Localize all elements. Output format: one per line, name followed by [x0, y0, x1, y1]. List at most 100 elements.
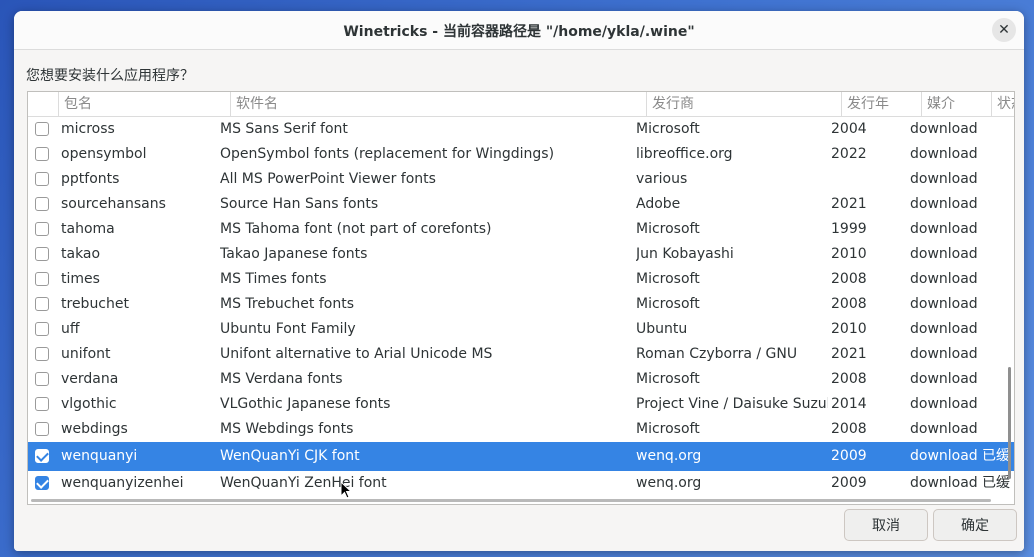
table-row[interactable]: opensymbol OpenSymbol fonts (replacement … [28, 142, 1014, 167]
package-media: download [910, 171, 978, 187]
table-row[interactable]: takao Takao Japanese fonts Jun Kobayashi 20… [28, 242, 1014, 267]
package-year: 2014 [831, 396, 867, 412]
package-year: 2008 [831, 421, 867, 437]
package-status [982, 292, 1014, 317]
column-header-media[interactable]: 媒介 [921, 92, 991, 116]
package-year: 2010 [831, 321, 867, 337]
package-media: download [910, 421, 978, 437]
package-name: vlgothic [61, 396, 117, 412]
ok-button[interactable]: 确定 [933, 509, 1017, 541]
table-row[interactable]: uff Ubuntu Font Family Ubuntu 2010 download [28, 317, 1014, 342]
package-status [982, 192, 1014, 217]
package-publisher: Microsoft [636, 296, 700, 312]
row-checkbox[interactable] [35, 422, 49, 436]
close-icon: ✕ [998, 22, 1010, 38]
row-checkbox[interactable] [35, 476, 49, 490]
column-header-title[interactable]: 软件名 [230, 92, 646, 116]
column-header-check[interactable] [28, 92, 58, 116]
table-row[interactable]: pptfonts All MS PowerPoint Viewer fonts va… [28, 167, 1014, 192]
row-checkbox[interactable] [35, 222, 49, 236]
package-year: 2022 [831, 146, 867, 162]
table-row[interactable]: micross MS Sans Serif font Microsoft 2004 do… [28, 117, 1014, 142]
package-publisher: wenq.org [636, 448, 702, 464]
package-title: MS Webdings fonts [220, 421, 354, 437]
table-row[interactable]: verdana MS Verdana fonts Microsoft 2008 down… [28, 367, 1014, 392]
vertical-scrollbar[interactable] [1008, 367, 1011, 479]
horizontal-scrollbar[interactable] [31, 499, 991, 502]
row-checkbox[interactable] [35, 197, 49, 211]
package-year: 2021 [831, 196, 867, 212]
package-publisher: Microsoft [636, 421, 700, 437]
package-title: Source Han Sans fonts [220, 196, 379, 212]
row-checkbox[interactable] [35, 147, 49, 161]
package-media: download [910, 475, 978, 491]
package-title: MS Verdana fonts [220, 371, 343, 387]
title-bar[interactable]: Winetricks - 当前容器路径是 "/home/ykla/.wine" … [14, 11, 1024, 50]
window-title: Winetricks - 当前容器路径是 "/home/ykla/.wine" [343, 24, 695, 40]
row-checkbox[interactable] [35, 247, 49, 261]
table-row[interactable]: trebuchet MS Trebuchet fonts Microsoft 2008… [28, 292, 1014, 317]
package-title: MS Sans Serif font [220, 121, 348, 137]
row-checkbox[interactable] [35, 122, 49, 136]
package-status [982, 217, 1014, 242]
table-row[interactable]: times MS Times fonts Microsoft 2008 download [28, 267, 1014, 292]
column-header-publisher[interactable]: 发行商 [646, 92, 841, 116]
package-media: download [910, 246, 978, 262]
table-row[interactable]: wenquanyi WenQuanYi CJK font wenq.org 2009 d… [28, 442, 1014, 471]
package-status [982, 142, 1014, 167]
table-row[interactable]: wenquanyizenhei WenQuanYi ZenHei font wenq… [28, 471, 1014, 496]
package-title: VLGothic Japanese fonts [220, 396, 391, 412]
package-year: 2008 [831, 371, 867, 387]
package-publisher: Roman Czyborra / GNU [636, 346, 798, 362]
row-checkbox[interactable] [35, 172, 49, 186]
package-title: MS Trebuchet fonts [220, 296, 355, 312]
package-year: 2004 [831, 121, 867, 137]
package-publisher: various [636, 171, 688, 187]
package-status [982, 242, 1014, 267]
package-title: MS Times fonts [220, 271, 327, 287]
package-year: 2008 [831, 296, 867, 312]
package-media: download [910, 121, 978, 137]
table-row[interactable]: unifont Unifont alternative to Arial Unic… [28, 342, 1014, 367]
package-media: download [910, 221, 978, 237]
package-status [982, 117, 1014, 142]
row-checkbox[interactable] [35, 449, 49, 463]
package-year: 2009 [831, 475, 867, 491]
cancel-button[interactable]: 取消 [844, 509, 928, 541]
row-checkbox[interactable] [35, 272, 49, 286]
package-year: 2008 [831, 271, 867, 287]
row-checkbox[interactable] [35, 397, 49, 411]
checkmark-icon [36, 476, 49, 489]
package-publisher: Project Vine / Daisuke Suzuki [636, 396, 828, 412]
package-status [982, 267, 1014, 292]
row-checkbox[interactable] [35, 372, 49, 386]
package-title: Takao Japanese fonts [220, 246, 368, 262]
table-row[interactable]: vlgothic VLGothic Japanese fonts Project V… [28, 392, 1014, 417]
row-checkbox[interactable] [35, 297, 49, 311]
prompt-label: 您想要安装什么应用程序？ [26, 68, 194, 84]
table-row[interactable]: sourcehansans Source Han Sans fonts Adobe 2… [28, 192, 1014, 217]
package-publisher: libreoffice.org [636, 146, 733, 162]
package-publisher: Jun Kobayashi [636, 246, 734, 262]
package-media: download [910, 321, 978, 337]
package-media: download [910, 371, 978, 387]
table-row[interactable]: webdings MS Webdings fonts Microsoft 2008 do… [28, 417, 1014, 442]
package-title: WenQuanYi ZenHei font [220, 475, 387, 491]
package-publisher: Microsoft [636, 221, 700, 237]
dialog-body: 您想要安装什么应用程序？ 包名 软件名 发行商 发行年 媒介 状态 micros… [14, 50, 1024, 551]
package-name: wenquanyizenhei [61, 475, 184, 491]
package-title: Ubuntu Font Family [220, 321, 356, 337]
column-header-package[interactable]: 包名 [58, 92, 230, 116]
package-title: WenQuanYi CJK font [220, 448, 360, 464]
package-table[interactable]: 包名 软件名 发行商 发行年 媒介 状态 micross MS Sans Seri… [27, 91, 1015, 505]
package-publisher: wenq.org [636, 475, 702, 491]
column-header-year[interactable]: 发行年 [841, 92, 921, 116]
package-name: webdings [61, 421, 128, 437]
column-header-status[interactable]: 状态 [991, 92, 1014, 116]
package-publisher: Adobe [636, 196, 681, 212]
package-name: takao [61, 246, 101, 262]
row-checkbox[interactable] [35, 347, 49, 361]
close-button[interactable]: ✕ [992, 18, 1016, 42]
row-checkbox[interactable] [35, 322, 49, 336]
table-row[interactable]: tahoma MS Tahoma font (not part of corefo… [28, 217, 1014, 242]
